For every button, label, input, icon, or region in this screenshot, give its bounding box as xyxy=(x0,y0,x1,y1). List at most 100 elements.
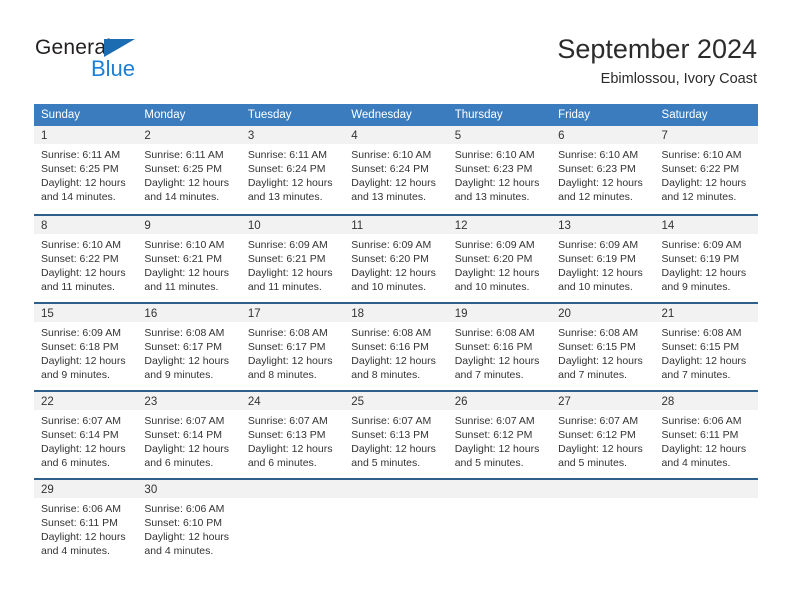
day-details: Sunrise: 6:08 AM Sunset: 6:17 PM Daylight:… xyxy=(241,322,344,382)
day-number-band: 26 xyxy=(447,392,552,410)
page-subtitle: Ebimlossou, Ivory Coast xyxy=(600,71,757,87)
daylight-text-line1: Daylight: 12 hours xyxy=(558,267,643,279)
daylight-text-line2: and 10 minutes. xyxy=(351,281,426,293)
sunrise-text: Sunrise: 6:11 AM xyxy=(144,149,224,161)
sunrise-text: Sunrise: 6:09 AM xyxy=(661,239,742,251)
sunset-text: Sunset: 6:10 PM xyxy=(144,517,223,529)
day-cell[interactable]: 8 Sunrise: 6:10 AM Sunset: 6:22 PM Daylight… xyxy=(34,216,138,302)
day-number: 13 xyxy=(558,220,571,232)
day-cell[interactable]: 9 Sunrise: 6:10 AM Sunset: 6:21 PM Daylight… xyxy=(137,216,241,302)
sunset-text: Sunset: 6:22 PM xyxy=(661,163,740,175)
day-cell[interactable]: 22 Sunrise: 6:07 AM Sunset: 6:14 PM Dayligh… xyxy=(34,392,138,478)
sunrise-text: Sunrise: 6:09 AM xyxy=(41,327,121,339)
day-cell[interactable]: 1 Sunrise: 6:11 AM Sunset: 6:25 PM Daylight… xyxy=(34,126,138,214)
day-number-band: 8 xyxy=(34,216,138,234)
day-cell[interactable]: 14 Sunrise: 6:09 AM Sunset: 6:19 PM Dayligh… xyxy=(654,216,758,302)
day-number: 2 xyxy=(144,130,151,142)
day-cell[interactable]: 19 Sunrise: 6:08 AM Sunset: 6:16 PM Dayligh… xyxy=(447,304,552,390)
sunrise-text: Sunrise: 6:10 AM xyxy=(661,149,742,161)
day-number-band xyxy=(240,480,345,498)
day-cell[interactable]: 10 Sunrise: 6:09 AM Sunset: 6:21 PM Dayligh… xyxy=(240,216,345,302)
sunset-text: Sunset: 6:14 PM xyxy=(41,429,119,441)
day-number: 28 xyxy=(661,396,675,408)
day-details: Sunrise: 6:07 AM Sunset: 6:14 PM Daylight:… xyxy=(137,410,240,470)
day-details: Sunrise: 6:09 AM Sunset: 6:19 PM Daylight:… xyxy=(655,234,758,294)
day-cell[interactable]: 15 Sunrise: 6:09 AM Sunset: 6:18 PM Dayligh… xyxy=(34,304,138,390)
daylight-text-line2: and 14 minutes. xyxy=(41,191,116,203)
sunset-text: Sunset: 6:15 PM xyxy=(661,341,740,353)
day-cell[interactable]: 16 Sunrise: 6:08 AM Sunset: 6:17 PM Dayligh… xyxy=(137,304,241,390)
day-cell[interactable]: 28 Sunrise: 6:06 AM Sunset: 6:11 PM Dayligh… xyxy=(654,392,758,478)
day-cell[interactable]: 3 Sunrise: 6:11 AM Sunset: 6:24 PM Daylight… xyxy=(240,126,345,214)
sunrise-text: Sunrise: 6:06 AM xyxy=(41,503,121,515)
daylight-text-line2: and 6 minutes. xyxy=(144,457,214,469)
day-number-band: 9 xyxy=(137,216,241,234)
daylight-text-line1: Daylight: 12 hours xyxy=(351,267,436,279)
title-block: September 2024 Ebimlossou, Ivory Coast xyxy=(557,32,757,90)
day-number: 15 xyxy=(41,308,54,320)
sunset-text: Sunset: 6:23 PM xyxy=(454,163,533,175)
day-cell[interactable]: 13 Sunrise: 6:09 AM Sunset: 6:19 PM Dayligh… xyxy=(551,216,655,302)
brand-name-blue: Blue xyxy=(91,56,136,81)
calendar-week-row: 15 Sunrise: 6:09 AM Sunset: 6:18 PM Dayligh… xyxy=(34,302,758,390)
day-details: Sunrise: 6:07 AM Sunset: 6:13 PM Daylight:… xyxy=(241,410,344,470)
day-cell[interactable]: 5 Sunrise: 6:10 AM Sunset: 6:23 PM Daylight… xyxy=(447,126,552,214)
day-cell[interactable]: 21 Sunrise: 6:08 AM Sunset: 6:15 PM Dayligh… xyxy=(654,304,758,390)
daylight-text-line1: Daylight: 12 hours xyxy=(661,355,747,367)
sunset-text: Sunset: 6:25 PM xyxy=(41,163,119,175)
day-cell[interactable]: 12 Sunrise: 6:09 AM Sunset: 6:20 PM Dayligh… xyxy=(447,216,552,302)
daylight-text-line2: and 9 minutes. xyxy=(661,281,731,293)
calendar-week-row: 29 Sunrise: 6:06 AM Sunset: 6:11 PM Dayligh… xyxy=(34,478,758,566)
daylight-text-line1: Daylight: 12 hours xyxy=(558,443,643,455)
day-details: Sunrise: 6:08 AM Sunset: 6:17 PM Daylight:… xyxy=(137,322,240,382)
day-cell[interactable]: 17 Sunrise: 6:08 AM Sunset: 6:17 PM Dayligh… xyxy=(240,304,345,390)
weekday-header-tuesday: Tuesday xyxy=(247,109,292,121)
day-number: 20 xyxy=(558,308,571,320)
day-details: Sunrise: 6:08 AM Sunset: 6:16 PM Daylight:… xyxy=(344,322,447,382)
day-cell[interactable]: 23 Sunrise: 6:07 AM Sunset: 6:14 PM Dayligh… xyxy=(137,392,241,478)
calendar-week-row: 8 Sunrise: 6:10 AM Sunset: 6:22 PM Daylight… xyxy=(34,214,758,302)
day-cell[interactable]: 18 Sunrise: 6:08 AM Sunset: 6:16 PM Dayligh… xyxy=(344,304,448,390)
day-number-band: 14 xyxy=(654,216,758,234)
sunset-text: Sunset: 6:19 PM xyxy=(558,253,636,265)
brand-logo[interactable]: General Blue xyxy=(35,36,215,84)
day-cell[interactable]: 25 Sunrise: 6:07 AM Sunset: 6:13 PM Dayligh… xyxy=(344,392,448,478)
day-cell[interactable]: 6 Sunrise: 6:10 AM Sunset: 6:23 PM Daylight… xyxy=(551,126,655,214)
day-cell[interactable]: 7 Sunrise: 6:10 AM Sunset: 6:22 PM Daylight… xyxy=(654,126,758,214)
day-number: 10 xyxy=(247,220,261,232)
day-cell[interactable]: 4 Sunrise: 6:10 AM Sunset: 6:24 PM Daylight… xyxy=(344,126,448,214)
daylight-text-line2: and 4 minutes. xyxy=(41,545,110,557)
daylight-text-line1: Daylight: 12 hours xyxy=(144,443,230,455)
day-cell[interactable]: 2 Sunrise: 6:11 AM Sunset: 6:25 PM Daylight… xyxy=(137,126,241,214)
day-cell[interactable]: 27 Sunrise: 6:07 AM Sunset: 6:12 PM Dayligh… xyxy=(551,392,655,478)
day-number: 5 xyxy=(454,130,462,142)
sunset-text: Sunset: 6:15 PM xyxy=(558,341,636,353)
day-number: 7 xyxy=(661,130,668,142)
daylight-text-line1: Daylight: 12 hours xyxy=(247,267,333,279)
daylight-text-line2: and 12 minutes. xyxy=(661,191,737,203)
day-number: 14 xyxy=(661,220,675,232)
day-cell[interactable]: 26 Sunrise: 6:07 AM Sunset: 6:12 PM Dayligh… xyxy=(447,392,552,478)
day-cell[interactable]: 29 Sunrise: 6:06 AM Sunset: 6:11 PM Dayligh… xyxy=(34,480,138,566)
day-cell[interactable]: 30 Sunrise: 6:06 AM Sunset: 6:10 PM Dayligh… xyxy=(137,480,241,566)
sunrise-text: Sunrise: 6:10 AM xyxy=(454,149,535,161)
day-number: 16 xyxy=(144,308,158,320)
sunset-text: Sunset: 6:20 PM xyxy=(454,253,533,265)
sunset-text: Sunset: 6:25 PM xyxy=(144,163,223,175)
sunset-text: Sunset: 6:24 PM xyxy=(247,163,326,175)
day-number: 12 xyxy=(454,220,468,232)
daylight-text-line1: Daylight: 12 hours xyxy=(661,443,747,455)
daylight-text-line1: Daylight: 12 hours xyxy=(454,267,540,279)
day-cell[interactable]: 20 Sunrise: 6:08 AM Sunset: 6:15 PM Dayligh… xyxy=(551,304,655,390)
sunrise-text: Sunrise: 6:08 AM xyxy=(144,327,225,339)
day-cell[interactable]: 24 Sunrise: 6:07 AM Sunset: 6:13 PM Dayligh… xyxy=(240,392,345,478)
daylight-text-line2: and 5 minutes. xyxy=(558,457,627,469)
day-number-band: 25 xyxy=(344,392,448,410)
day-details: Sunrise: 6:08 AM Sunset: 6:15 PM Daylight:… xyxy=(655,322,758,382)
day-cell[interactable]: 11 Sunrise: 6:09 AM Sunset: 6:20 PM Dayligh… xyxy=(344,216,448,302)
day-details: Sunrise: 6:10 AM Sunset: 6:21 PM Daylight:… xyxy=(137,234,240,294)
sunrise-text: Sunrise: 6:07 AM xyxy=(247,415,328,427)
weekday-header-monday: Monday xyxy=(144,109,186,121)
daylight-text-line2: and 13 minutes. xyxy=(351,191,426,203)
day-number-band xyxy=(344,480,448,498)
